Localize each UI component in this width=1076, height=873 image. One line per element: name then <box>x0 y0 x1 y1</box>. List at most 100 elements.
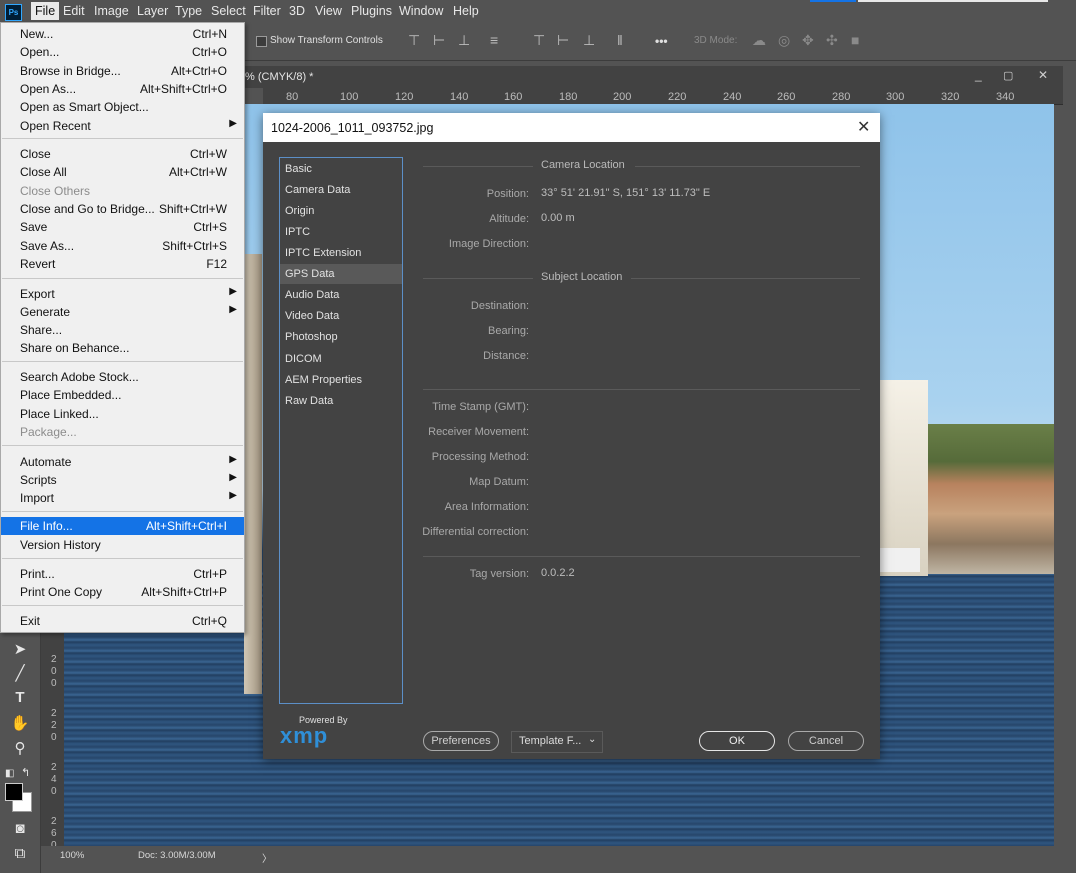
workspace-tab[interactable] <box>810 0 856 2</box>
transform-controls-checkbox[interactable] <box>256 36 267 47</box>
path-selection-icon[interactable]: ➤ <box>10 640 30 658</box>
close-icon[interactable]: ✕ <box>1038 68 1048 82</box>
zoom-tool-icon[interactable]: ⚲ <box>10 739 30 757</box>
menu-view[interactable]: View <box>315 4 342 18</box>
menu-item-browse-bridge[interactable]: Browse in Bridge... Alt+Ctrl+O <box>1 62 244 80</box>
align-left-icon[interactable]: ⊤ <box>533 32 545 49</box>
nav-item-basic[interactable]: Basic <box>280 159 402 179</box>
3d-orbit-icon[interactable]: ☁ <box>752 32 766 49</box>
menu-item-exit[interactable]: Exit Ctrl+Q <box>1 612 244 630</box>
menu-item-label: Generate <box>20 305 71 319</box>
menu-item-open-as[interactable]: Open As... Alt+Shift+Ctrl+O <box>1 80 244 98</box>
menu-item-version-history[interactable]: Version History <box>1 536 244 554</box>
search-field[interactable] <box>858 0 1048 2</box>
menu-item-automate[interactable]: Automate ▶ <box>1 453 244 471</box>
menu-item-export[interactable]: Export ▶ <box>1 285 244 303</box>
align-bottom-icon[interactable]: ⊥ <box>458 32 470 49</box>
menu-item-close-go-bridge[interactable]: Close and Go to Bridge... Shift+Ctrl+W <box>1 200 244 218</box>
3d-slide-icon[interactable]: ✣ <box>826 32 838 49</box>
default-colors-icon[interactable]: ◧ <box>5 768 14 779</box>
align-vcenter-icon[interactable]: ⊢ <box>433 32 445 49</box>
menu-item-label: Open... <box>20 45 60 59</box>
menu-plugins[interactable]: Plugins <box>351 4 392 18</box>
menu-item-close-others: Close Others <box>1 182 244 200</box>
align-hcenter-icon[interactable]: ⊢ <box>557 32 569 49</box>
menu-separator <box>2 605 243 606</box>
menu-item-open-recent[interactable]: Open Recent ▶ <box>1 117 244 135</box>
cancel-button[interactable]: Cancel <box>788 731 864 751</box>
quick-mask-icon[interactable]: ◙ <box>10 820 30 837</box>
doc-size: Doc: 3.00M/3.00M <box>138 850 216 861</box>
menu-item-search-stock[interactable]: Search Adobe Stock... <box>1 368 244 386</box>
menu-image[interactable]: Image <box>94 4 129 18</box>
close-icon[interactable]: ✕ <box>857 117 870 137</box>
menu-item-generate[interactable]: Generate ▶ <box>1 303 244 321</box>
menu-item-share-behance[interactable]: Share on Behance... <box>1 339 244 357</box>
more-options-icon[interactable]: ••• <box>655 34 668 48</box>
menu-item-share[interactable]: Share... <box>1 321 244 339</box>
menu-item-label: Scripts <box>20 473 57 487</box>
menu-item-import[interactable]: Import ▶ <box>1 489 244 507</box>
menu-item-label: Open As... <box>20 82 77 96</box>
menu-file[interactable]: File <box>31 2 60 20</box>
divider <box>423 278 533 279</box>
menu-item-open-smart-object[interactable]: Open as Smart Object... <box>1 98 244 116</box>
menu-item-label: Close All <box>20 165 67 179</box>
ok-button[interactable]: OK <box>699 731 775 751</box>
xmp-logo-text: xmp <box>280 723 329 748</box>
preferences-button[interactable]: Preferences <box>423 731 499 751</box>
3d-pan-icon[interactable]: ✥ <box>802 32 814 49</box>
menu-item-revert[interactable]: Revert F12 <box>1 255 244 273</box>
menu-item-place-embedded[interactable]: Place Embedded... <box>1 386 244 404</box>
align-right-icon[interactable]: ⊥ <box>583 32 595 49</box>
menu-select[interactable]: Select <box>211 4 246 18</box>
ruler-digit: 2 <box>51 708 57 719</box>
menu-window[interactable]: Window <box>399 4 443 18</box>
menu-item-shortcut: Ctrl+S <box>193 220 227 234</box>
minimize-icon[interactable]: _ <box>975 68 982 82</box>
transform-controls-label: Show Transform Controls <box>270 35 383 46</box>
menu-3d[interactable]: 3D <box>289 4 305 18</box>
template-folder-dropdown[interactable]: Template F... ⌄ <box>511 731 603 753</box>
nav-item-aem-properties[interactable]: AEM Properties <box>280 370 402 390</box>
menu-item-save[interactable]: Save Ctrl+S <box>1 218 244 236</box>
foreground-color-swatch[interactable] <box>5 783 23 801</box>
distribute-horizontal-icon[interactable]: ‖ <box>617 32 623 48</box>
3d-roll-icon[interactable]: ◎ <box>778 32 790 49</box>
menu-item-new[interactable]: New... Ctrl+N <box>1 25 244 43</box>
menu-item-save-as[interactable]: Save As... Shift+Ctrl+S <box>1 237 244 255</box>
3d-scale-icon[interactable]: ■ <box>851 32 859 48</box>
menu-item-label: New... <box>20 27 54 41</box>
align-top-icon[interactable]: ⊤ <box>408 32 420 49</box>
menu-item-shortcut: Ctrl+W <box>190 147 227 161</box>
menu-item-close[interactable]: Close Ctrl+W <box>1 145 244 163</box>
menu-separator <box>2 278 243 279</box>
menu-item-close-all[interactable]: Close All Alt+Ctrl+W <box>1 163 244 181</box>
menu-edit[interactable]: Edit <box>63 4 85 18</box>
menu-item-scripts[interactable]: Scripts ▶ <box>1 471 244 489</box>
swap-colors-icon[interactable]: ↰ <box>21 766 30 779</box>
document-tab-title[interactable]: % (CMYK/8) * <box>245 71 313 83</box>
menu-item-open[interactable]: Open... Ctrl+O <box>1 43 244 61</box>
menu-type[interactable]: Type <box>175 4 202 18</box>
distribute-icon[interactable]: ≡ <box>490 32 498 48</box>
nav-item-gps-data[interactable]: GPS Data <box>280 264 402 284</box>
screen-mode-icon[interactable]: ⧉ <box>10 845 30 862</box>
maximize-icon[interactable]: ▢ <box>1003 69 1013 82</box>
hand-tool-icon[interactable]: ✋ <box>10 714 30 732</box>
ruler-tick: 220 <box>668 91 687 103</box>
ruler-tick: 240 <box>723 91 742 103</box>
zoom-level[interactable]: 100% <box>60 850 84 861</box>
menu-help[interactable]: Help <box>453 4 479 18</box>
chevron-right-icon[interactable]: 〉 <box>262 850 272 865</box>
type-tool-icon[interactable]: T <box>10 689 30 706</box>
ruler-digit: 0 <box>51 666 57 677</box>
menu-item-print-one-copy[interactable]: Print One Copy Alt+Shift+Ctrl+P <box>1 583 244 601</box>
menu-item-file-info[interactable]: File Info... Alt+Shift+Ctrl+I <box>1 517 244 535</box>
menu-item-label: Search Adobe Stock... <box>20 370 139 384</box>
menu-item-place-linked[interactable]: Place Linked... <box>1 405 244 423</box>
line-tool-icon[interactable]: ╱ <box>10 664 30 682</box>
menu-item-print[interactable]: Print... Ctrl+P <box>1 565 244 583</box>
menu-layer[interactable]: Layer <box>137 4 168 18</box>
menu-filter[interactable]: Filter <box>253 4 281 18</box>
